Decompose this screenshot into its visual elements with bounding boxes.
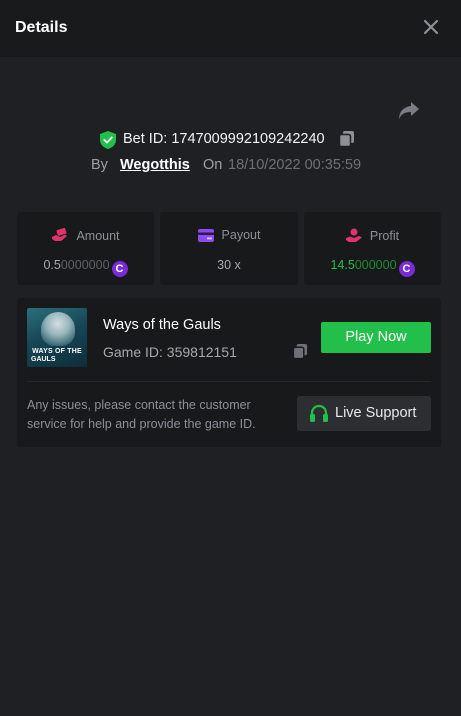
profit-value-main: 14.5 xyxy=(330,258,355,272)
profit-label-row: Profit xyxy=(304,228,441,243)
game-name: Ways of the Gauls xyxy=(103,317,221,333)
share-icon[interactable] xyxy=(397,99,421,121)
username-link[interactable]: Wegotthis xyxy=(120,157,190,173)
amount-value-dim: 0000000 xyxy=(60,258,110,272)
page-title: Details xyxy=(15,19,68,36)
amount-value: 0.50000000 C xyxy=(17,258,154,277)
coin-icon: C xyxy=(398,261,415,277)
thumbnail-art xyxy=(41,312,75,346)
divider xyxy=(27,381,431,382)
live-support-button[interactable]: Live Support xyxy=(297,396,431,431)
game-card: WAYS OF THE GAULS Ways of the Gauls Game… xyxy=(17,298,441,447)
play-now-button[interactable]: Play Now xyxy=(321,322,431,353)
bet-datetime: 18/10/2022 00:35:59 xyxy=(228,157,362,173)
money-hand-icon xyxy=(52,227,68,241)
shield-check-icon xyxy=(100,131,116,149)
copy-icon[interactable] xyxy=(292,343,309,360)
close-icon[interactable] xyxy=(420,16,442,38)
copy-icon[interactable] xyxy=(338,130,356,148)
bet-id: Bet ID: 1747009992109242240 xyxy=(123,131,325,147)
payout-card: Payout 30 x xyxy=(160,212,298,285)
card-icon xyxy=(197,229,214,242)
thumbnail-title-line1: WAYS OF THE xyxy=(32,348,82,355)
profit-label: Profit xyxy=(369,229,400,243)
coin-icon: C xyxy=(111,261,128,277)
support-notice: Any issues, please contact the customer … xyxy=(27,398,256,431)
profit-value-dim: 000000 xyxy=(354,258,397,272)
payout-label: Payout xyxy=(221,228,261,242)
payout-label-row: Payout xyxy=(160,228,298,242)
game-id: Game ID: 359812151 xyxy=(103,344,237,360)
payout-value: 30 x xyxy=(160,258,298,272)
amount-value-main: 0.5 xyxy=(43,258,61,272)
amount-card: Amount 0.50000000 C xyxy=(17,212,154,285)
profit-hand-icon xyxy=(345,228,362,242)
payout-value-main: 30 x xyxy=(217,258,241,272)
live-support-label: Live Support xyxy=(335,405,417,421)
bet-id-row: Bet ID: 1747009992109242240 xyxy=(0,130,461,150)
profit-value: 14.5000000 C xyxy=(304,258,441,277)
amount-label: Amount xyxy=(76,229,120,243)
profit-card: Profit 14.5000000 C xyxy=(304,212,441,285)
thumbnail-title-line2: GAULS xyxy=(31,356,56,363)
amount-label-row: Amount xyxy=(17,227,154,243)
by-label: By xyxy=(91,157,108,173)
header: Details xyxy=(0,0,461,57)
headset-icon xyxy=(310,404,328,422)
bet-meta-row: By Wegotthis On 18/10/2022 00:35:59 xyxy=(0,156,461,176)
game-thumbnail[interactable]: WAYS OF THE GAULS xyxy=(27,308,87,367)
on-label: On xyxy=(203,157,223,173)
